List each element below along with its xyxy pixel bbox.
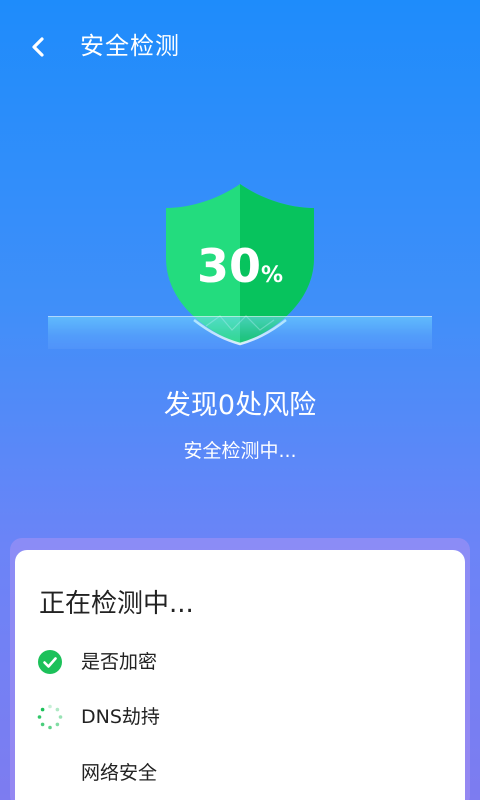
progress-percent-value: 30 <box>196 239 261 293</box>
chevron-left-icon <box>32 37 44 57</box>
scan-line <box>48 316 432 349</box>
check-item-network: 网络安全 <box>37 759 437 789</box>
progress-percent-sign: % <box>260 263 284 288</box>
check-done-icon <box>37 649 63 675</box>
scan-results-card: 正在检测中... 是否加密 DNS劫持 网络安全 <box>15 550 465 800</box>
card-title: 正在检测中... <box>39 589 194 619</box>
top-bar: 安全检测 <box>0 0 480 96</box>
check-item-encryption: 是否加密 <box>37 648 437 678</box>
check-item-label: 网络安全 <box>81 762 158 784</box>
check-item-label: DNS劫持 <box>81 706 160 728</box>
progress-percent: 30% <box>160 236 320 306</box>
check-item-label: 是否加密 <box>81 651 158 673</box>
scan-status-text: 安全检测中... <box>183 440 297 462</box>
risk-summary-title: 发现0处风险 <box>163 390 317 421</box>
check-item-dns: DNS劫持 <box>37 703 437 733</box>
page-title: 安全检测 <box>80 32 180 60</box>
back-button[interactable] <box>22 30 56 64</box>
loading-spinner-icon <box>37 704 63 730</box>
